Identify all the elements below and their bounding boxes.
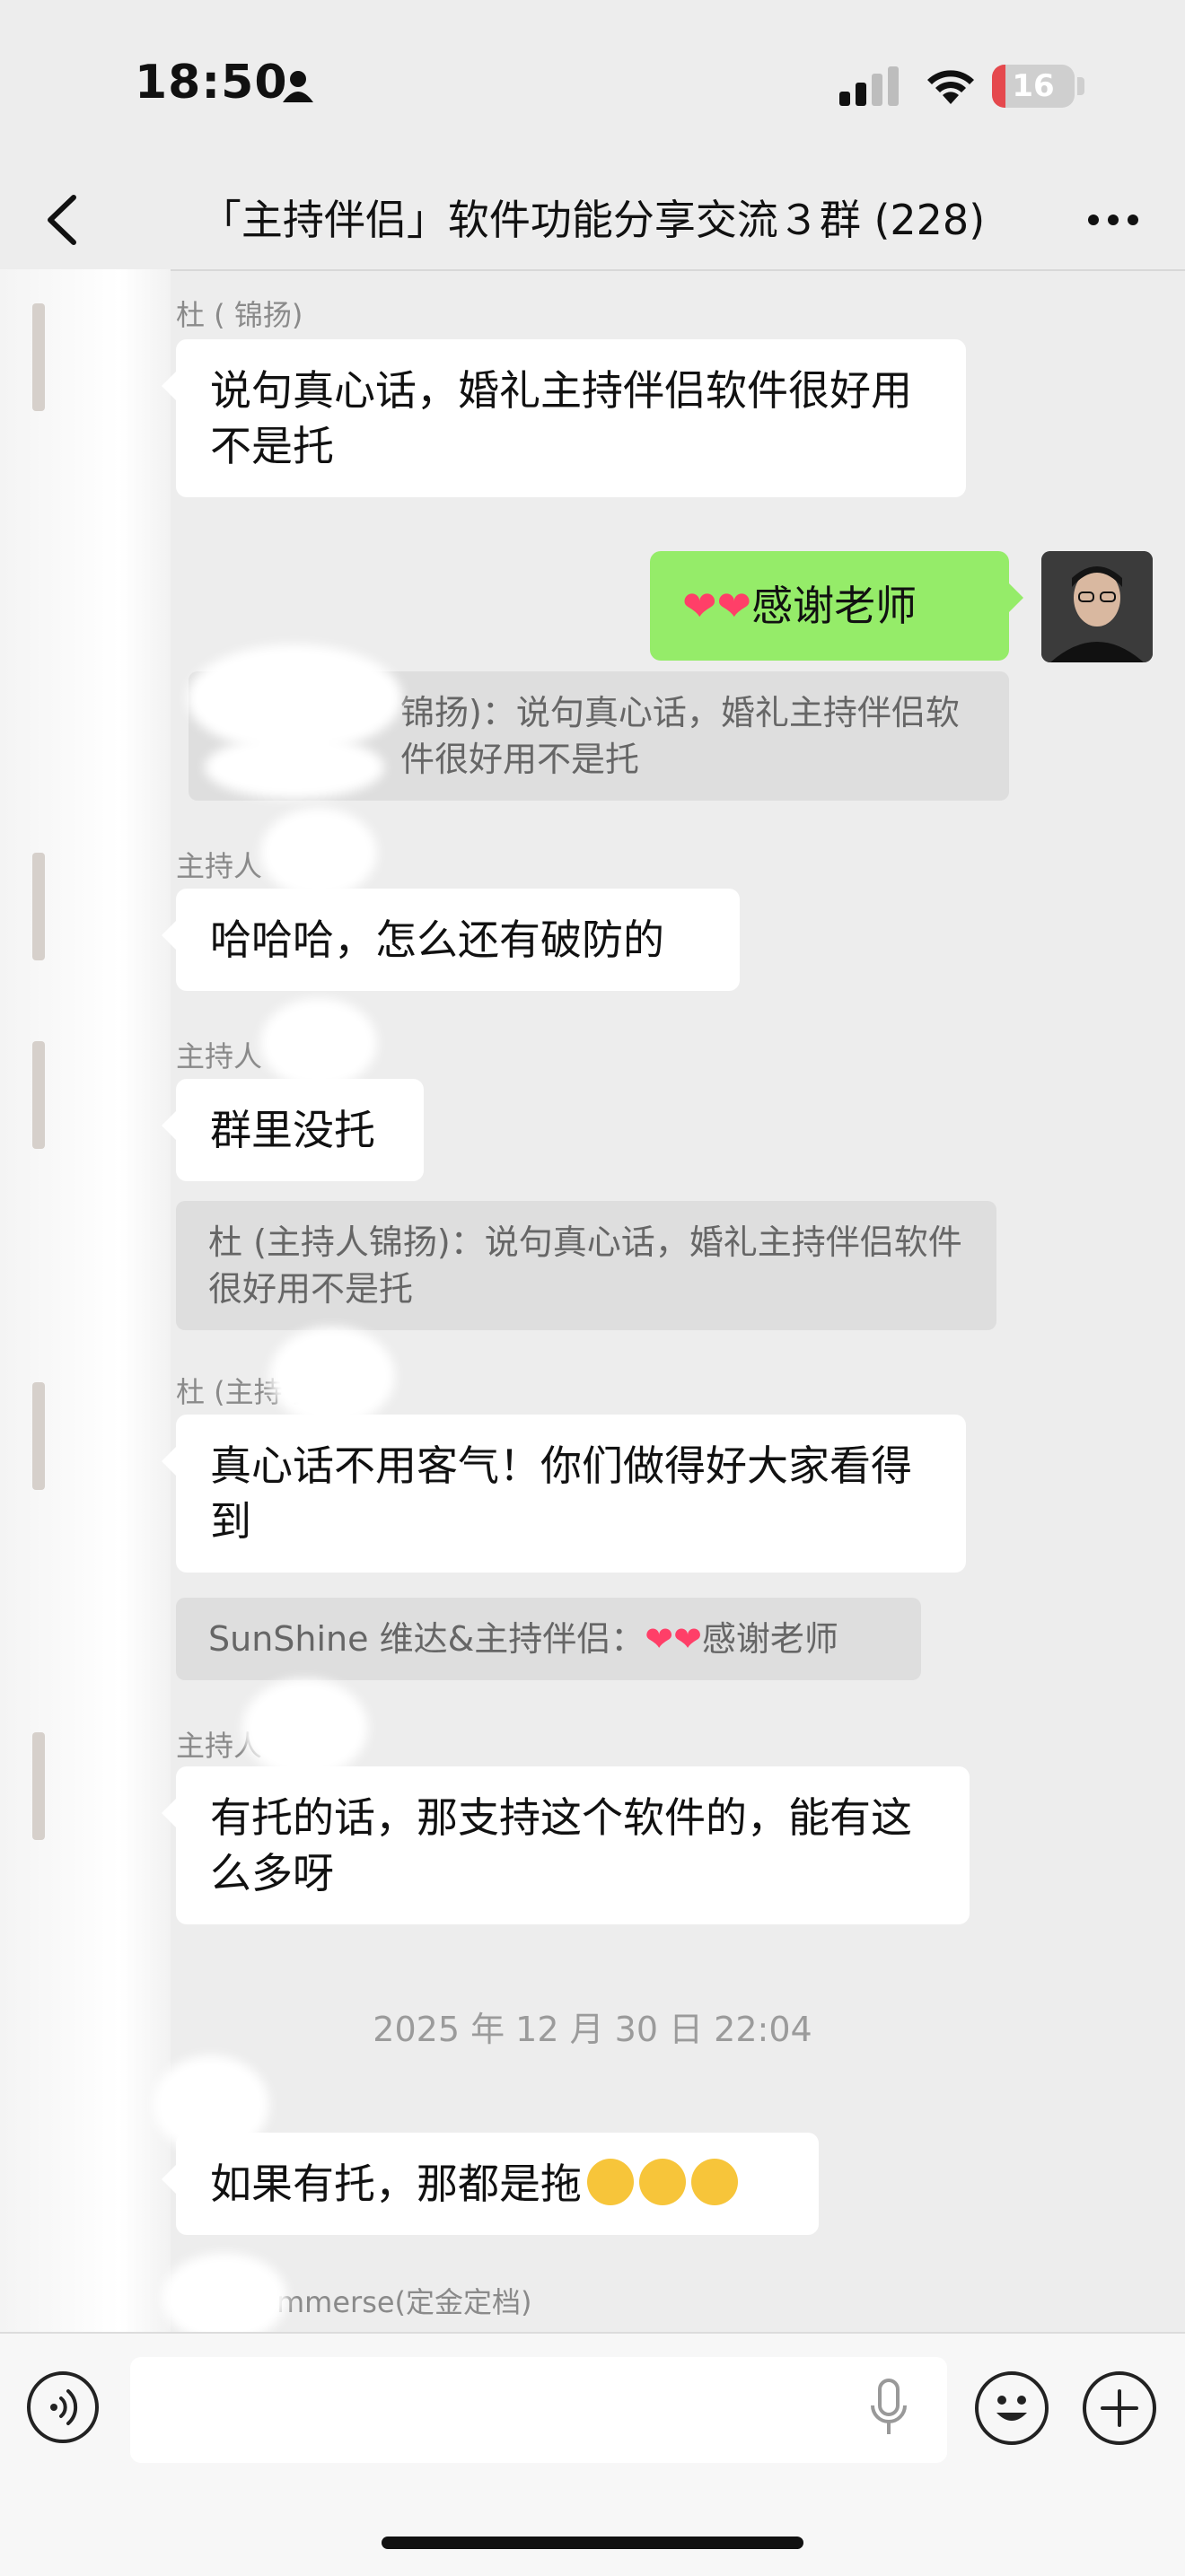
battery-indicator: 16	[992, 65, 1075, 108]
thinking-emoji	[639, 2159, 686, 2205]
avatar	[32, 1382, 45, 1490]
emoji-button[interactable]	[975, 2371, 1049, 2445]
avatar	[32, 1041, 45, 1149]
redaction-blob	[242, 1678, 368, 1777]
quote-prefix: SunShine 维达&主持伴侣：	[208, 1619, 645, 1659]
message-bubble[interactable]: 群里没托	[162, 1079, 424, 1181]
cellular-signal-icon	[839, 66, 899, 106]
redaction-blob	[269, 1327, 395, 1425]
quoted-message[interactable]: SunShine 维达&主持伴侣：❤❤感谢老师	[176, 1598, 921, 1680]
battery-tip	[1077, 77, 1084, 95]
avatar	[32, 853, 45, 960]
message-text: 群里没托	[210, 1106, 375, 1154]
message-text: 如果有托，那都是拖	[210, 2160, 582, 2208]
home-indicator[interactable]	[382, 2537, 803, 2549]
wifi-icon	[927, 70, 974, 104]
back-chevron-icon[interactable]	[38, 190, 92, 250]
message-text: 说句真心话，婚礼主持伴侣软件很好用不是托	[210, 366, 912, 470]
my-message-bubble[interactable]: ❤❤感谢老师	[650, 551, 1023, 661]
message-input[interactable]	[130, 2357, 947, 2463]
person-icon	[283, 71, 313, 102]
chat-timestamp: 2025 年 12 月 30 日 22:04	[373, 2010, 812, 2049]
profile-photo	[1041, 551, 1153, 662]
heart-emoji: ❤❤	[682, 582, 752, 630]
avatar	[32, 1732, 45, 1840]
thinking-emoji	[691, 2159, 738, 2205]
battery-level: 16	[1012, 68, 1055, 104]
message-text: 真心话不用客气！你们做得好大家看得到	[210, 1441, 912, 1546]
message-text: 感谢老师	[751, 582, 917, 630]
thinking-emoji	[587, 2159, 634, 2205]
message-bubble[interactable]: 有托的话，那支持这个软件的，能有这么多呀	[162, 1766, 970, 1924]
microphone-icon[interactable]	[862, 2377, 916, 2440]
sender-name: 杜 ( 锦扬)	[176, 298, 303, 332]
sender-name: 主持人	[176, 849, 263, 883]
quote-suffix: 感谢老师	[701, 1619, 838, 1659]
voice-icon	[50, 2389, 78, 2425]
smiley-icon	[996, 2396, 1027, 2421]
redaction-blob	[162, 2253, 287, 2343]
status-time: 18:50	[135, 56, 288, 110]
plus-icon	[1101, 2389, 1138, 2427]
voice-mode-button[interactable]	[27, 2371, 99, 2443]
avatar	[32, 303, 45, 411]
message-bubble[interactable]: 哈哈哈，怎么还有破防的	[162, 889, 740, 991]
sender-name: 主持人	[176, 1039, 263, 1073]
redaction-blob	[260, 808, 377, 898]
message-text: 哈哈哈，怎么还有破防的	[210, 916, 664, 964]
chat-title: 「主持伴侣」软件功能分享交流３群 (228)	[199, 196, 986, 244]
quoted-message[interactable]: 杜 (主持人锦扬)：说句真心话，婚礼主持伴侣软件很好用不是托	[176, 1201, 996, 1330]
more-functions-button[interactable]	[1083, 2371, 1156, 2445]
redaction-blob	[205, 736, 384, 799]
chat-header: 「主持伴侣」软件功能分享交流３群 (228)	[0, 171, 1185, 271]
my-avatar[interactable]	[1041, 551, 1153, 662]
heart-emoji: ❤❤	[645, 1619, 702, 1659]
message-bubble[interactable]: 说句真心话，婚礼主持伴侣软件很好用不是托	[162, 339, 966, 497]
more-options-icon[interactable]	[1077, 190, 1149, 250]
quote-text: 锦扬)：说句真心话，婚礼主持伴侣软件很好用不是托	[400, 693, 960, 779]
redaction-blob	[260, 998, 377, 1088]
status-bar: 18:50 16	[0, 0, 1185, 171]
quote-text: 杜 (主持人锦扬)：说句真心话，婚礼主持伴侣软件很好用不是托	[208, 1222, 962, 1309]
message-bubble[interactable]: 真心话不用客气！你们做得好大家看得到	[162, 1415, 966, 1573]
sender-name: mmerse(定金定档)	[276, 2285, 532, 2319]
message-text: 有托的话，那支持这个软件的，能有这么多呀	[210, 1793, 912, 1897]
message-bubble[interactable]: 如果有托，那都是拖	[162, 2133, 819, 2235]
